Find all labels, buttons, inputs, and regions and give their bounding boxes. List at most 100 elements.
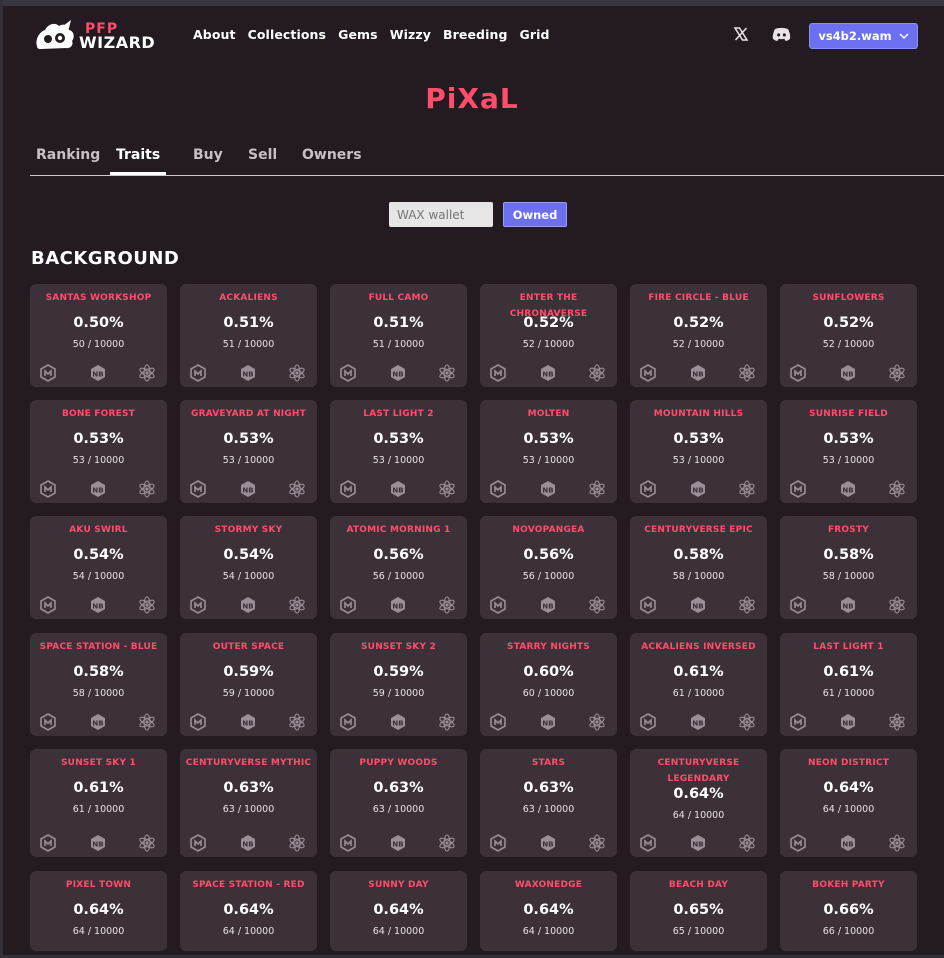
neftyblocks-icon[interactable]: NB (239, 364, 257, 382)
trait-card[interactable]: Enter the Chronaverse 0.52% 52 / 10000 NB (480, 284, 617, 387)
tab-traits[interactable]: Traits (110, 147, 167, 175)
neftyblocks-icon[interactable]: NB (539, 364, 557, 382)
neftyblocks-icon[interactable]: NB (689, 713, 707, 731)
atom-icon[interactable] (138, 480, 156, 498)
tab-sell[interactable]: Sell (248, 147, 277, 175)
trait-card[interactable]: Sunflowers 0.52% 52 / 10000 NB (780, 284, 917, 387)
atom-icon[interactable] (438, 480, 456, 498)
trait-card[interactable]: Neon District 0.64% 64 / 10000 NB (780, 749, 917, 857)
atom-icon[interactable] (438, 596, 456, 614)
atomichub-icon[interactable] (39, 364, 57, 382)
trait-card[interactable]: Bone Forest 0.53% 53 / 10000 NB (30, 400, 167, 503)
atomichub-icon[interactable] (789, 834, 807, 852)
nav-gems[interactable]: Gems (338, 27, 378, 42)
neftyblocks-icon[interactable]: NB (89, 834, 107, 852)
neftyblocks-icon[interactable]: NB (839, 480, 857, 498)
trait-card[interactable]: Mountain Hills 0.53% 53 / 10000 NB (630, 400, 767, 503)
neftyblocks-icon[interactable]: NB (89, 480, 107, 498)
neftyblocks-icon[interactable]: NB (689, 834, 707, 852)
wax-wallet-input[interactable] (389, 202, 493, 227)
neftyblocks-icon[interactable]: NB (89, 596, 107, 614)
neftyblocks-icon[interactable]: NB (839, 713, 857, 731)
atomichub-icon[interactable] (339, 364, 357, 382)
atom-icon[interactable] (888, 596, 906, 614)
atomichub-icon[interactable] (639, 596, 657, 614)
atomichub-icon[interactable] (489, 834, 507, 852)
atom-icon[interactable] (288, 596, 306, 614)
trait-card[interactable]: Space Station - Red 0.64% 64 / 10000 (180, 871, 317, 951)
trait-card[interactable]: Ackaliens 0.51% 51 / 10000 NB (180, 284, 317, 387)
trait-card[interactable]: Santas Workshop 0.50% 50 / 10000 NB (30, 284, 167, 387)
neftyblocks-icon[interactable]: NB (689, 480, 707, 498)
atomichub-icon[interactable] (789, 480, 807, 498)
owned-filter-button[interactable]: Owned (503, 202, 567, 227)
neftyblocks-icon[interactable]: NB (389, 480, 407, 498)
neftyblocks-icon[interactable]: NB (239, 596, 257, 614)
atomichub-icon[interactable] (489, 713, 507, 731)
atom-icon[interactable] (888, 480, 906, 498)
atom-icon[interactable] (738, 480, 756, 498)
neftyblocks-icon[interactable]: NB (89, 364, 107, 382)
neftyblocks-icon[interactable]: NB (689, 364, 707, 382)
trait-card[interactable]: Frosty 0.58% 58 / 10000 NB (780, 516, 917, 619)
trait-card[interactable]: Beach Day 0.65% 65 / 10000 (630, 871, 767, 951)
atom-icon[interactable] (588, 713, 606, 731)
atomichub-icon[interactable] (189, 713, 207, 731)
trait-card[interactable]: Space Station - Blue 0.58% 58 / 10000 NB (30, 633, 167, 736)
atomichub-icon[interactable] (489, 480, 507, 498)
atom-icon[interactable] (738, 596, 756, 614)
atom-icon[interactable] (138, 364, 156, 382)
neftyblocks-icon[interactable]: NB (689, 596, 707, 614)
atomichub-icon[interactable] (489, 596, 507, 614)
trait-card[interactable]: Sunny Day 0.64% 64 / 10000 (330, 871, 467, 951)
atomichub-icon[interactable] (639, 364, 657, 382)
atom-icon[interactable] (288, 480, 306, 498)
trait-card[interactable]: Last Light 2 0.53% 53 / 10000 NB (330, 400, 467, 503)
atom-icon[interactable] (738, 713, 756, 731)
nav-about[interactable]: About (193, 27, 236, 42)
nav-collections[interactable]: Collections (248, 27, 327, 42)
trait-card[interactable]: Starry Nights 0.60% 60 / 10000 NB (480, 633, 617, 736)
atomichub-icon[interactable] (39, 834, 57, 852)
x-twitter-icon[interactable] (733, 26, 749, 42)
neftyblocks-icon[interactable]: NB (839, 596, 857, 614)
atom-icon[interactable] (288, 364, 306, 382)
neftyblocks-icon[interactable]: NB (389, 364, 407, 382)
tab-owners[interactable]: Owners (302, 147, 362, 175)
atom-icon[interactable] (138, 834, 156, 852)
atom-icon[interactable] (588, 596, 606, 614)
tab-ranking[interactable]: Ranking (36, 147, 100, 175)
trait-card[interactable]: Centuryverse Mythic 0.63% 63 / 10000 NB (180, 749, 317, 857)
atom-icon[interactable] (738, 364, 756, 382)
neftyblocks-icon[interactable]: NB (389, 834, 407, 852)
neftyblocks-icon[interactable]: NB (239, 480, 257, 498)
trait-card[interactable]: Stars 0.63% 63 / 10000 NB (480, 749, 617, 857)
atomichub-icon[interactable] (339, 713, 357, 731)
atom-icon[interactable] (438, 364, 456, 382)
atomichub-icon[interactable] (789, 596, 807, 614)
atomichub-icon[interactable] (189, 596, 207, 614)
trait-card[interactable]: Sunrise Field 0.53% 53 / 10000 NB (780, 400, 917, 503)
atomichub-icon[interactable] (639, 834, 657, 852)
neftyblocks-icon[interactable]: NB (839, 364, 857, 382)
atomichub-icon[interactable] (339, 834, 357, 852)
atomichub-icon[interactable] (39, 480, 57, 498)
atom-icon[interactable] (588, 364, 606, 382)
atomichub-icon[interactable] (189, 834, 207, 852)
neftyblocks-icon[interactable]: NB (89, 713, 107, 731)
atomichub-icon[interactable] (639, 713, 657, 731)
atomichub-icon[interactable] (189, 364, 207, 382)
atom-icon[interactable] (888, 834, 906, 852)
trait-card[interactable]: Ackaliens Inversed 0.61% 61 / 10000 NB (630, 633, 767, 736)
trait-card[interactable]: Novopangea 0.56% 56 / 10000 NB (480, 516, 617, 619)
trait-card[interactable]: Atomic Morning 1 0.56% 56 / 10000 NB (330, 516, 467, 619)
trait-card[interactable]: Graveyard at Night 0.53% 53 / 10000 NB (180, 400, 317, 503)
trait-card[interactable]: Outer Space 0.59% 59 / 10000 NB (180, 633, 317, 736)
atomichub-icon[interactable] (789, 364, 807, 382)
neftyblocks-icon[interactable]: NB (539, 834, 557, 852)
wallet-account-button[interactable]: vs4b2.wam (809, 23, 918, 49)
atomichub-icon[interactable] (189, 480, 207, 498)
trait-card[interactable]: Last Light 1 0.61% 61 / 10000 NB (780, 633, 917, 736)
nav-wizzy[interactable]: Wizzy (390, 27, 431, 42)
neftyblocks-icon[interactable]: NB (839, 834, 857, 852)
